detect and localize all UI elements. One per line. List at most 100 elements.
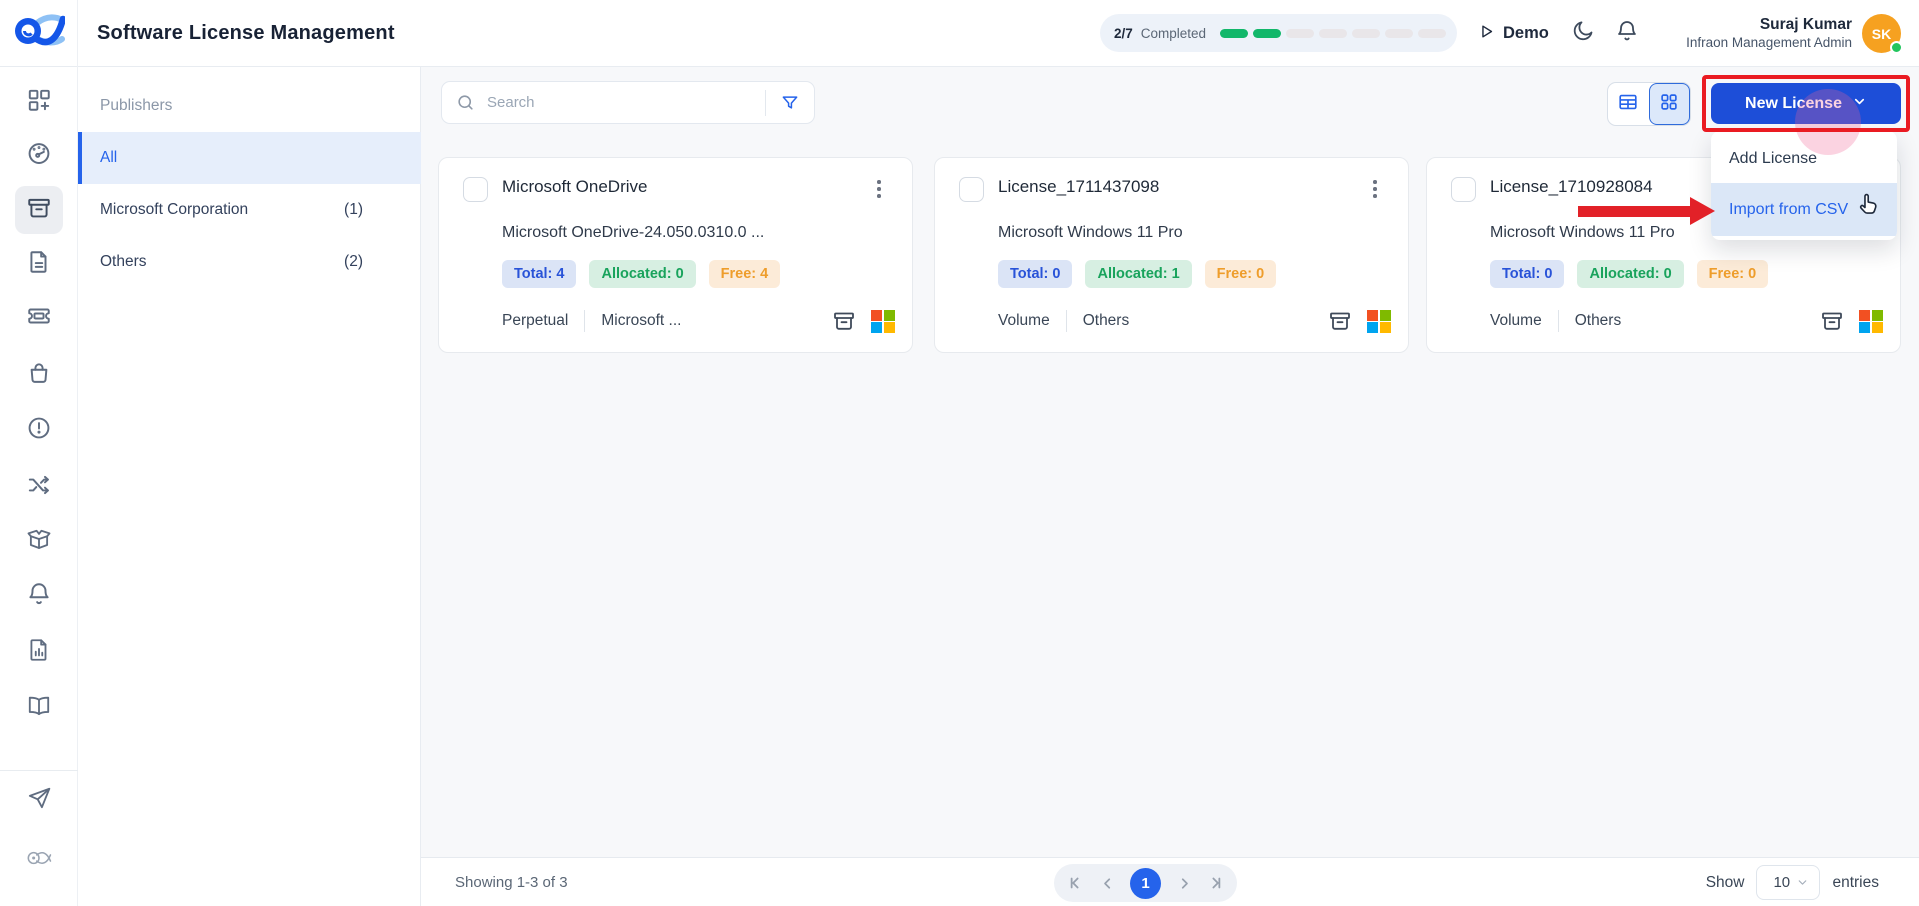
page-size-select[interactable]: 10	[1756, 865, 1821, 900]
moon-icon	[1571, 19, 1595, 48]
badge-row: Total: 4 Allocated: 0 Free: 4	[502, 260, 781, 288]
archive-box-icon[interactable]	[1820, 309, 1844, 333]
menu-item-import-from-csv[interactable]: Import from CSV	[1711, 183, 1897, 236]
license-publisher: Microsoft ...	[601, 312, 682, 329]
kebab-menu-icon[interactable]	[866, 175, 892, 203]
search-icon	[456, 93, 475, 112]
play-icon	[1478, 23, 1495, 45]
allocated-badge: Allocated: 0	[589, 260, 696, 288]
sidebar-item-workflows[interactable]	[15, 463, 63, 511]
card-checkbox[interactable]	[1451, 177, 1476, 202]
paper-plane-icon	[26, 785, 52, 816]
microsoft-logo-icon	[871, 309, 895, 333]
new-license-dropdown: Add License Import from CSV	[1711, 131, 1897, 240]
sidebar-item-assets[interactable]	[15, 517, 63, 565]
search-input[interactable]	[487, 94, 765, 111]
theme-toggle-button[interactable]	[1571, 0, 1595, 67]
showing-count: Showing 1-3 of 3	[455, 874, 568, 891]
avatar[interactable]: SK	[1862, 14, 1903, 54]
pagination-bar: Showing 1-3 of 3 1 Show 10 entries	[421, 857, 1919, 906]
page-number-button[interactable]: 1	[1130, 867, 1161, 899]
card-checkbox[interactable]	[959, 177, 984, 202]
report-icon	[26, 637, 52, 668]
alert-circle-icon	[26, 415, 52, 446]
license-publisher: Others	[1574, 312, 1622, 329]
license-type: Perpetual	[502, 312, 569, 329]
publishers-heading: Publishers	[100, 97, 173, 114]
chevron-down-icon	[1852, 94, 1867, 114]
new-license-button[interactable]: New License	[1711, 83, 1901, 124]
user-role: Infraon Management Admin	[1686, 35, 1852, 51]
license-card[interactable]: Microsoft OneDrive Microsoft OneDrive-24…	[438, 157, 913, 353]
new-license-label: New License	[1745, 94, 1842, 112]
sidebar-item-licenses-active[interactable]	[14, 186, 63, 234]
sidebar-item-tickets[interactable]	[15, 294, 63, 342]
first-page-button[interactable]	[1066, 874, 1084, 892]
top-header: Software License Management 2/7 Complete…	[0, 0, 1919, 67]
book-icon	[26, 693, 52, 724]
card-checkbox[interactable]	[463, 177, 488, 202]
user-name: Suraj Kumar	[1759, 16, 1852, 34]
microsoft-logo-icon	[1859, 309, 1883, 333]
sidebar-item-reports[interactable]	[15, 628, 63, 676]
allocated-badge: Allocated: 0	[1577, 260, 1684, 288]
menu-item-add-license[interactable]: Add License	[1711, 135, 1897, 183]
sidebar-item-dashboard[interactable]	[15, 131, 63, 179]
filter-icon[interactable]	[780, 93, 800, 113]
progress-status-label: Completed	[1140, 25, 1207, 41]
entries-label: entries	[1832, 873, 1879, 891]
sidebar-item-send[interactable]	[15, 776, 63, 824]
publisher-count: (2)	[344, 253, 363, 270]
sidebar-item-apps[interactable]	[15, 78, 63, 126]
page-title: Software License Management	[97, 22, 395, 44]
software-license-management-page: Software License Management 2/7 Complete…	[0, 0, 1919, 906]
view-toggle	[1607, 82, 1691, 126]
sidebar-item-purchases[interactable]	[15, 351, 63, 399]
last-page-button[interactable]	[1207, 874, 1225, 892]
progress-fraction: 2/7	[1114, 25, 1133, 41]
fish-logo-muted-icon	[26, 845, 52, 876]
next-page-button[interactable]	[1176, 875, 1193, 892]
total-badge: Total: 0	[1490, 260, 1565, 288]
sidebar-item-documents[interactable]	[15, 240, 63, 288]
grid-view-icon	[1658, 91, 1680, 118]
sidebar-item-brand[interactable]	[15, 836, 63, 884]
license-card[interactable]: License_1711437098 Microsoft Windows 11 …	[934, 157, 1409, 353]
icon-sidebar	[0, 67, 78, 906]
grid-view-button[interactable]	[1648, 83, 1690, 125]
menu-item-label: Add License	[1729, 150, 1818, 167]
previous-page-button[interactable]	[1099, 875, 1116, 892]
card-footer: Perpetual Microsoft ...	[502, 304, 895, 338]
archive-box-icon[interactable]	[832, 309, 856, 333]
table-view-icon	[1617, 91, 1639, 118]
free-badge: Free: 4	[708, 260, 781, 288]
sidebar-item-notifications[interactable]	[15, 572, 63, 620]
user-info[interactable]: Suraj Kumar Infraon Management Admin	[1620, 0, 1852, 67]
shuffle-icon	[26, 472, 52, 503]
online-status-dot	[1890, 41, 1903, 54]
app-logo[interactable]	[0, 0, 78, 67]
kebab-menu-icon[interactable]	[1362, 175, 1388, 203]
free-badge: Free: 0	[1204, 260, 1277, 288]
sidebar-item-knowledge[interactable]	[15, 684, 63, 732]
license-publisher: Others	[1082, 312, 1130, 329]
apps-plus-icon	[26, 87, 52, 118]
license-name: License_1711437098	[998, 177, 1160, 196]
list-view-button[interactable]	[1608, 83, 1649, 125]
license-name: Microsoft OneDrive	[502, 177, 648, 196]
publisher-filter-microsoft[interactable]: Microsoft Corporation (1)	[78, 184, 421, 236]
progress-segments	[1220, 28, 1447, 38]
total-badge: Total: 0	[998, 260, 1073, 288]
sidebar-item-alerts[interactable]	[15, 406, 63, 454]
chevron-down-icon	[1796, 876, 1809, 889]
publisher-filter-others[interactable]: Others (2)	[78, 236, 421, 288]
demo-button[interactable]: Demo	[1478, 0, 1549, 67]
microsoft-logo-icon	[1367, 309, 1391, 333]
archive-icon	[26, 195, 52, 226]
badge-row: Total: 0 Allocated: 0 Free: 0	[1490, 260, 1769, 288]
fish-logo-icon	[13, 11, 66, 56]
publisher-label: Microsoft Corporation	[100, 201, 249, 218]
archive-box-icon[interactable]	[1328, 309, 1352, 333]
publisher-filter-all[interactable]: All	[78, 132, 421, 184]
publishers-panel: Publishers All Microsoft Corporation (1)…	[78, 67, 421, 906]
